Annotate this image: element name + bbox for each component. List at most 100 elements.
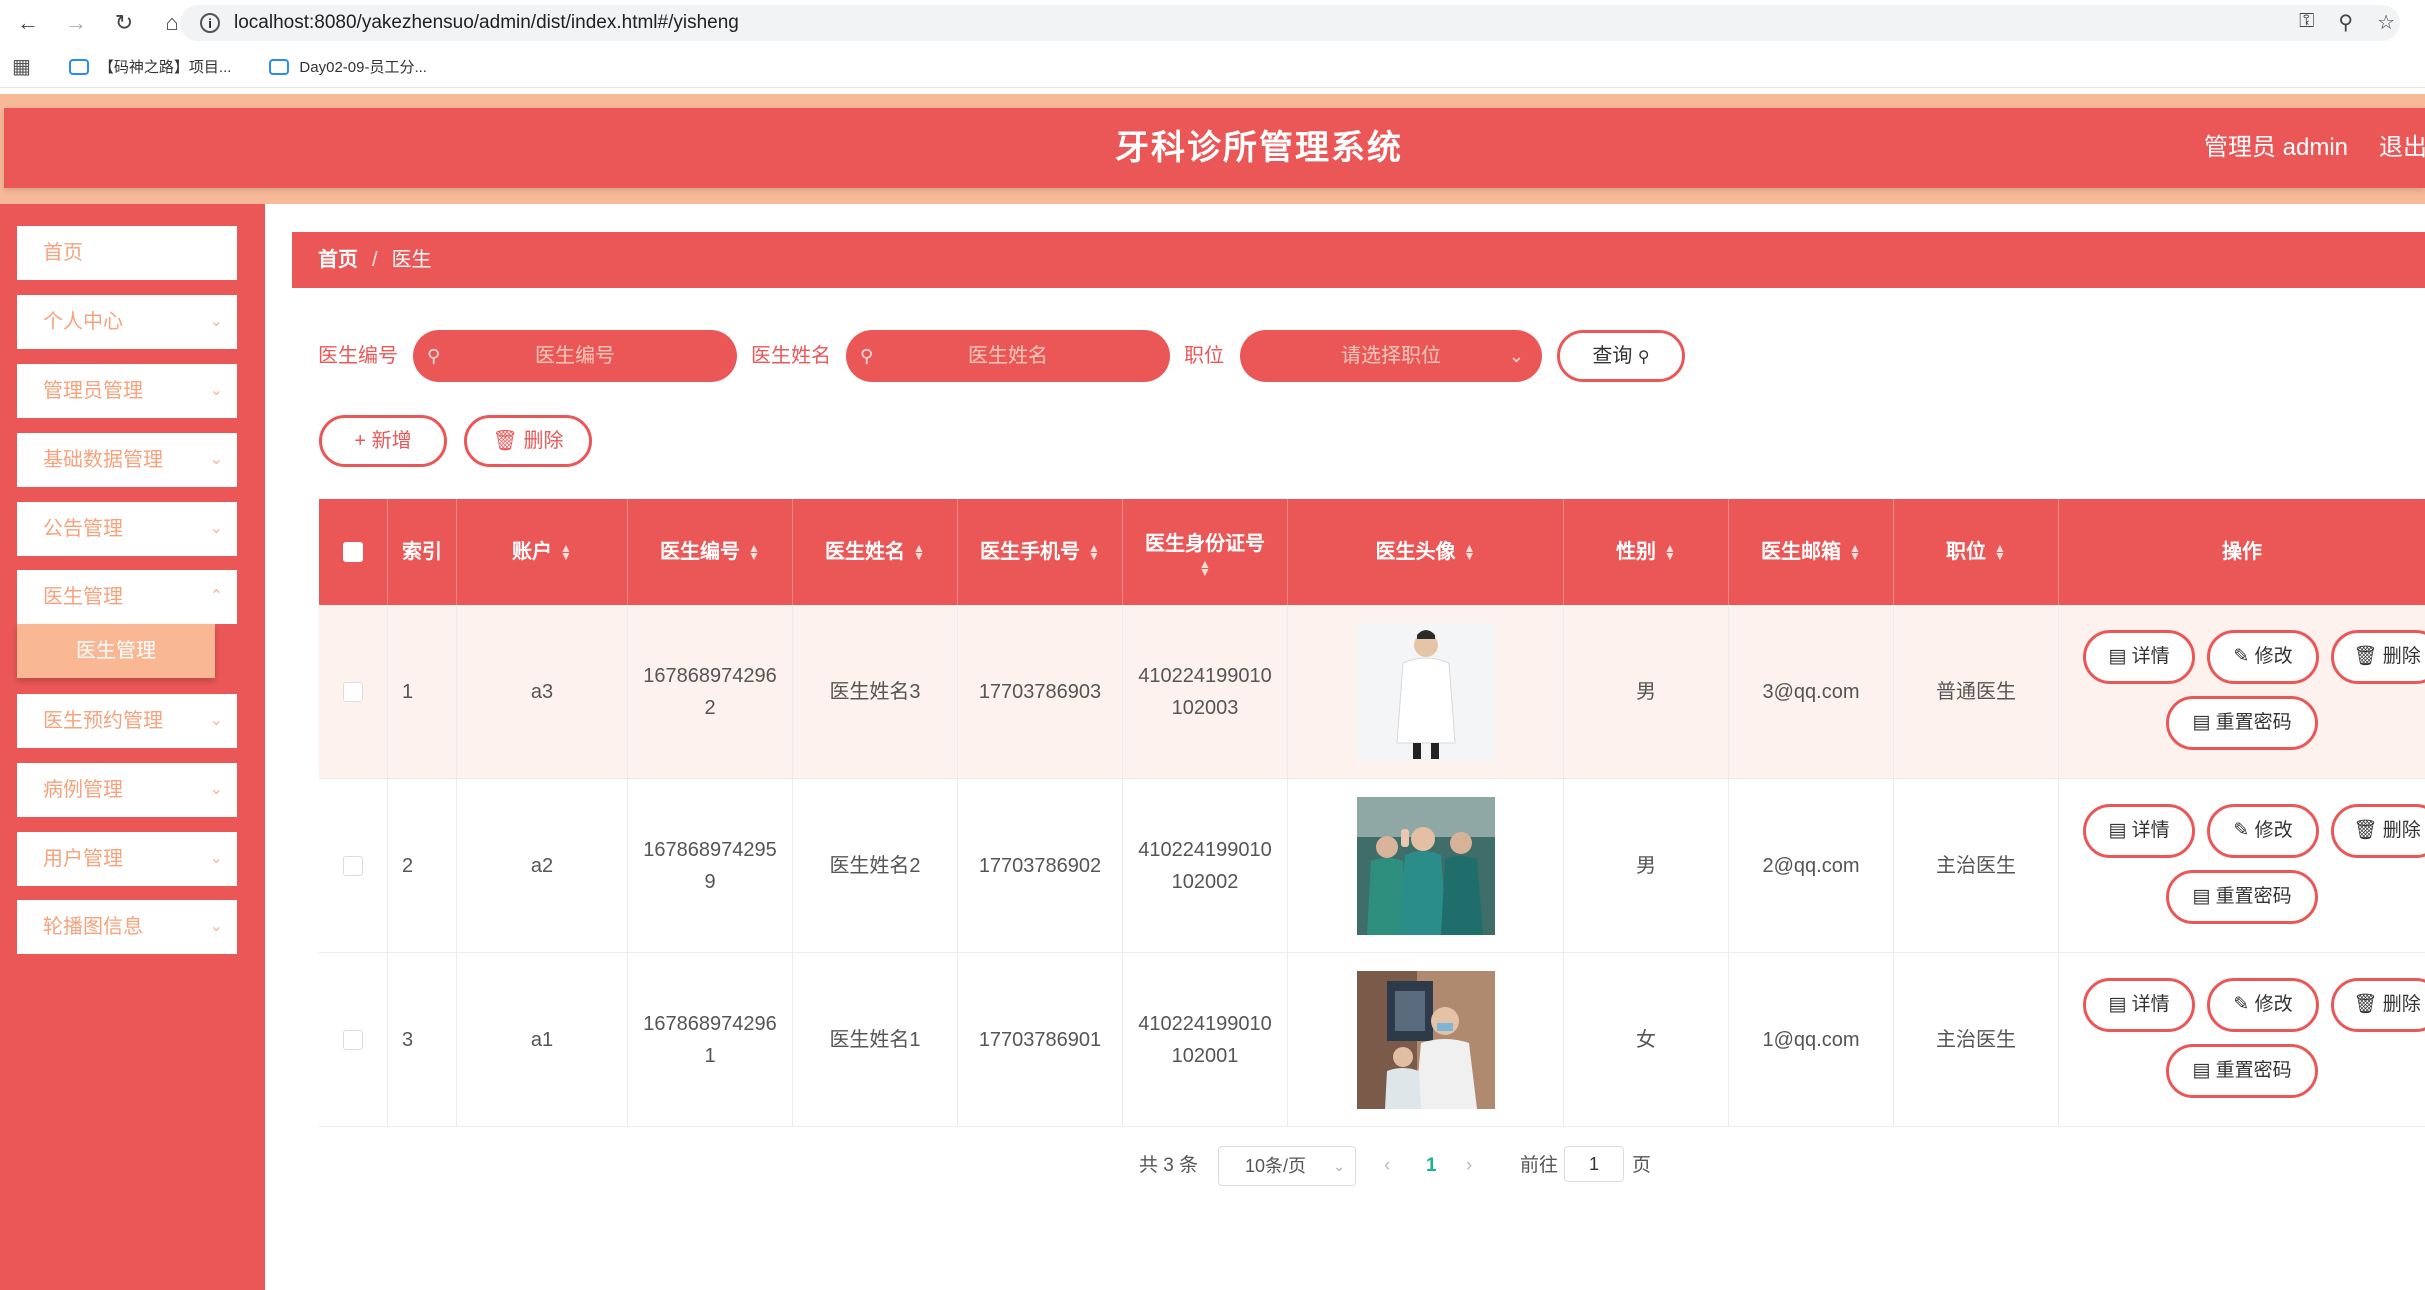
row-checkbox[interactable] <box>343 856 363 876</box>
sort-icon[interactable]: ▲ ▼ <box>1199 558 1211 578</box>
sidebar-item-basic-data[interactable]: 基础数据管理 ⌄ <box>17 433 237 487</box>
delete-button[interactable]: 🗑 删除 <box>2331 804 2425 858</box>
logout-button[interactable]: 退出登录 <box>2379 108 2425 188</box>
back-arrow-icon[interactable]: ← <box>8 3 48 43</box>
edit-button[interactable]: ✎ 修改 <box>2207 978 2319 1032</box>
breadcrumb-home[interactable]: 首页 <box>318 249 358 271</box>
edit-button[interactable]: ✎ 修改 <box>2207 630 2319 684</box>
sort-icon[interactable]: ▲ ▼ <box>1088 542 1100 562</box>
sidebar-item-admins[interactable]: 管理员管理 ⌄ <box>17 364 237 418</box>
delete-label: 删除 <box>2382 820 2421 841</box>
header-id-card[interactable]: 医生身份证号 ▲ ▼ <box>1123 499 1288 605</box>
zoom-icon[interactable]: ⚲ <box>2338 10 2353 35</box>
plus-icon: + <box>354 430 367 452</box>
sort-icon[interactable]: ▲ ▼ <box>560 542 572 562</box>
bookmark-label: Day02-09-员工分... <box>299 59 427 76</box>
sidebar-item-cases[interactable]: 病例管理 ⌄ <box>17 763 237 817</box>
sort-icon[interactable]: ▲ ▼ <box>748 542 760 562</box>
forward-arrow-icon[interactable]: → <box>56 3 96 43</box>
sort-icon[interactable]: ▲ ▼ <box>1664 542 1676 562</box>
chevron-up-icon: ⌃ <box>209 588 223 605</box>
breadcrumb: 首页 / 医生 <box>292 232 2425 288</box>
header-code[interactable]: 医生编号 ▲ ▼ <box>628 499 793 605</box>
sort-icon[interactable]: ▲ ▼ <box>1464 542 1476 562</box>
delete-label: 删除 <box>2382 994 2421 1015</box>
header-name[interactable]: 医生姓名 ▲ ▼ <box>793 499 958 605</box>
cell-avatar <box>1288 605 1564 779</box>
delete-button[interactable]: 🗑 删除 <box>2331 630 2425 684</box>
apps-grid-icon[interactable]: ▦ <box>12 54 31 79</box>
reset-password-button[interactable]: ▤ 重置密码 <box>2166 1044 2318 1098</box>
cell-index: 1 <box>388 605 457 779</box>
cell-ops: ▤ 详情 ✎ 修改 🗑 删除 ▤ 重置密码 <box>2059 953 2425 1127</box>
cell-line: 167868974295 <box>643 839 777 861</box>
page-number-current[interactable]: 1 <box>1426 1146 1437 1186</box>
document-icon: ▤ <box>2108 994 2127 1015</box>
header-phone[interactable]: 医生手机号 ▲ ▼ <box>958 499 1123 605</box>
prev-page-icon[interactable]: ‹ <box>1384 1146 1390 1186</box>
sidebar-item-label: 首页 <box>43 242 83 264</box>
reset-label: 重置密码 <box>2215 1060 2292 1081</box>
query-button[interactable]: 查询 ⚲ <box>1557 330 1685 382</box>
goto-page-input[interactable]: 1 <box>1564 1146 1624 1182</box>
batch-delete-button[interactable]: 🗑 删除 <box>464 415 592 467</box>
doctor-name-input[interactable]: ⚲ 医生姓名 <box>846 330 1170 382</box>
sidebar-item-notices[interactable]: 公告管理 ⌄ <box>17 502 237 556</box>
detail-button[interactable]: ▤ 详情 <box>2083 978 2195 1032</box>
sidebar-item-doctors[interactable]: 医生管理 ⌃ <box>17 570 237 624</box>
doctor-avatar-image[interactable] <box>1356 797 1495 935</box>
doctor-avatar-image[interactable] <box>1356 971 1495 1109</box>
chevron-down-icon: ⌄ <box>209 850 223 867</box>
cell-account: a2 <box>457 779 628 953</box>
doctor-avatar-image[interactable] <box>1356 623 1495 761</box>
reset-label: 重置密码 <box>2215 712 2292 733</box>
sidebar-item-home[interactable]: 首页 <box>17 226 237 280</box>
cell-code: 167868974295 9 <box>628 779 793 953</box>
header-email[interactable]: 医生邮箱 ▲ ▼ <box>1729 499 1894 605</box>
bookmark-1[interactable]: 【码神之路】项目... <box>68 56 231 77</box>
star-icon[interactable]: ☆ <box>2377 10 2395 35</box>
header-position[interactable]: 职位 ▲ ▼ <box>1894 499 2059 605</box>
row-checkbox[interactable] <box>343 1030 363 1050</box>
key-icon[interactable]: ⚿ <box>2299 10 2314 35</box>
page-size-select[interactable]: 10条/页 ⌄ <box>1218 1146 1356 1186</box>
sidebar-item-profile[interactable]: 个人中心 ⌄ <box>17 295 237 349</box>
sort-icon[interactable]: ▲ ▼ <box>1849 542 1861 562</box>
sidebar-item-label: 管理员管理 <box>43 380 143 402</box>
edit-button[interactable]: ✎ 修改 <box>2207 804 2319 858</box>
detail-button[interactable]: ▤ 详情 <box>2083 630 2195 684</box>
bookmark-2[interactable]: Day02-09-员工分... <box>269 56 427 77</box>
row-checkbox[interactable] <box>343 682 363 702</box>
sidebar-item-carousel[interactable]: 轮播图信息 ⌄ <box>17 900 237 954</box>
cell-line: 1 <box>704 1045 716 1067</box>
sidebar-item-users[interactable]: 用户管理 ⌄ <box>17 832 237 886</box>
sort-icon[interactable]: ▲ ▼ <box>1994 542 2006 562</box>
sidebar-item-appointments[interactable]: 医生预约管理 ⌄ <box>17 694 237 748</box>
sort-icon[interactable]: ▲ ▼ <box>913 542 925 562</box>
cell-email: 2@qq.com <box>1729 779 1894 953</box>
document-icon: ▤ <box>2192 1060 2211 1081</box>
submenu-item-doctor-manage[interactable]: 医生管理 <box>17 624 215 678</box>
header-account[interactable]: 账户 ▲ ▼ <box>457 499 628 605</box>
sidebar-item-label: 病例管理 <box>43 779 123 801</box>
doctor-name-placeholder: 医生姓名 <box>968 345 1048 367</box>
add-button[interactable]: + 新增 <box>319 415 447 467</box>
reset-password-button[interactable]: ▤ 重置密码 <box>2166 870 2318 924</box>
detail-button[interactable]: ▤ 详情 <box>2083 804 2195 858</box>
cell-line: 410224199010 <box>1138 1013 1272 1035</box>
reload-icon[interactable]: ↻ <box>104 3 144 43</box>
next-page-icon[interactable]: › <box>1466 1146 1472 1186</box>
delete-button[interactable]: 🗑 删除 <box>2331 978 2425 1032</box>
header-avatar[interactable]: 医生头像 ▲ ▼ <box>1288 499 1564 605</box>
reset-password-button[interactable]: ▤ 重置密码 <box>2166 696 2318 750</box>
header-gender[interactable]: 性别 ▲ ▼ <box>1564 499 1729 605</box>
cell-id-card: 410224199010 102002 <box>1123 779 1288 953</box>
doctor-code-input[interactable]: ⚲ 医生编号 <box>413 330 737 382</box>
position-select[interactable]: 请选择职位 ⌄ <box>1240 330 1542 382</box>
cell-avatar <box>1288 953 1564 1127</box>
cell-line: 102001 <box>1171 1045 1239 1067</box>
site-info-icon[interactable]: i <box>200 13 220 33</box>
address-bar[interactable]: i localhost:8080/yakezhensuo/admin/dist/… <box>180 5 2400 41</box>
select-all-checkbox[interactable] <box>343 542 363 562</box>
delete-label: 删除 <box>523 430 564 452</box>
